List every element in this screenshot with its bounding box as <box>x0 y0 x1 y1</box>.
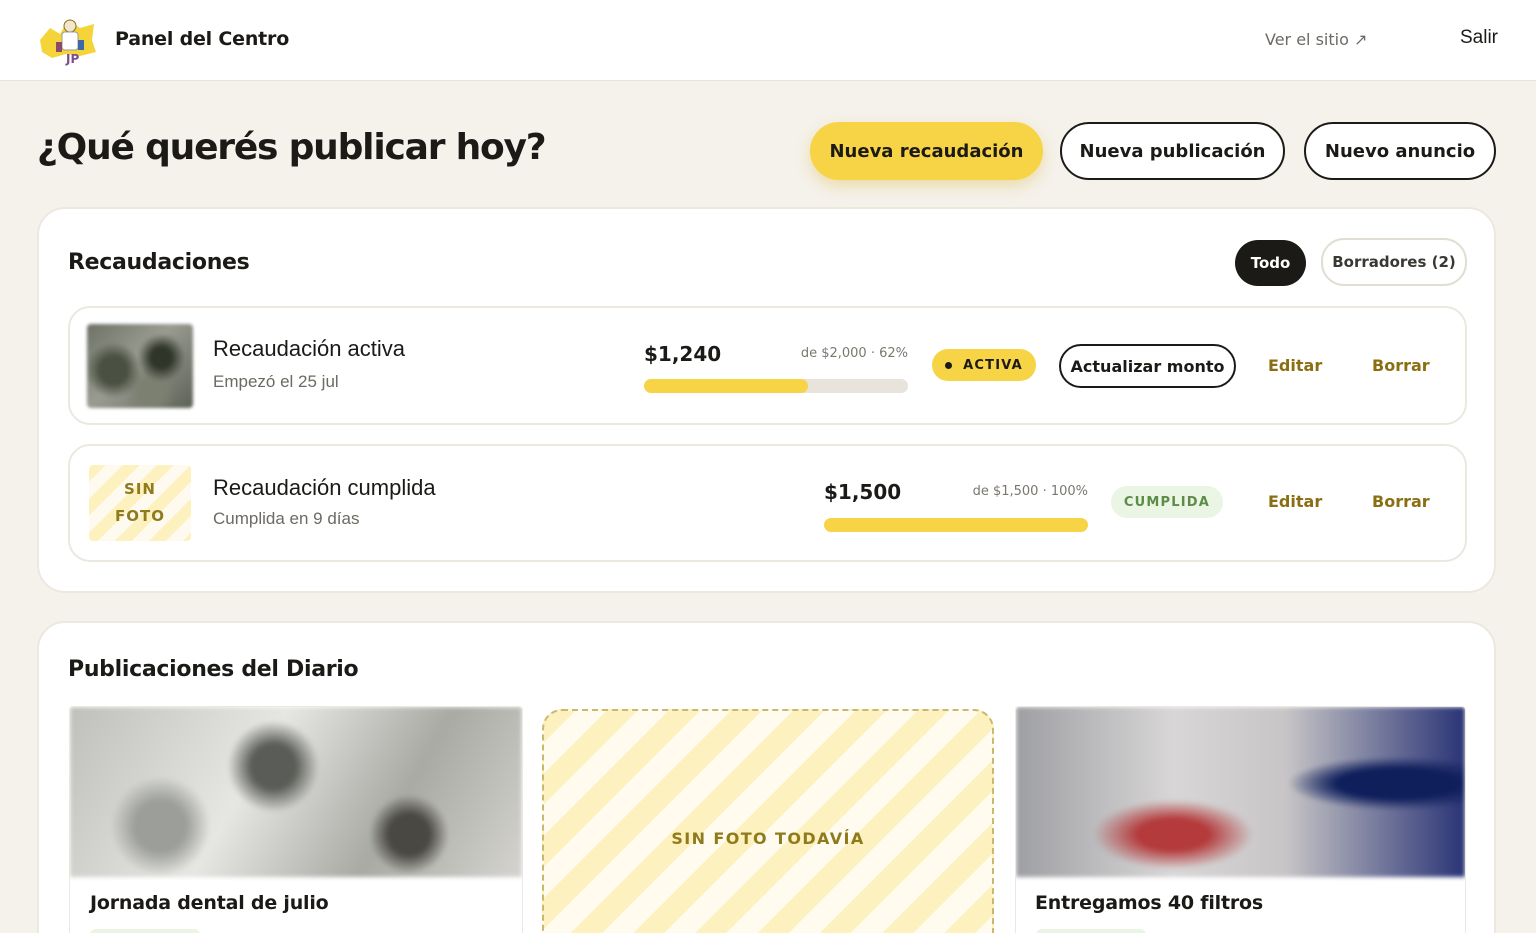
new-fundraiser-button[interactable]: Nueva recaudación <box>810 122 1043 180</box>
no-photo-line1: SIN <box>124 480 156 498</box>
post-title: Jornada dental de julio <box>90 892 329 914</box>
top-bar: JP Panel del Centro Ver el sitio ↗ Salir <box>0 0 1536 81</box>
fundraiser-title: Recaudación cumplida <box>213 475 436 500</box>
fundraisers-title: Recaudaciones <box>68 250 250 275</box>
logout-link[interactable]: Salir <box>1460 27 1498 49</box>
post-image <box>70 707 522 877</box>
progress-fill <box>644 379 808 393</box>
view-site-link[interactable]: Ver el sitio ↗ <box>1265 30 1367 49</box>
diary-post-card[interactable]: Entregamos 40 filtros <box>1015 706 1466 933</box>
post-tag <box>1036 929 1146 933</box>
fundraiser-title: Recaudación activa <box>213 336 406 361</box>
diary-post-no-photo[interactable]: SIN FOTO TODAVÍA <box>542 709 994 933</box>
new-post-button[interactable]: Nueva publicación <box>1060 122 1285 180</box>
svg-text:JP: JP <box>65 52 79 66</box>
diary-post-card[interactable]: Jornada dental de julio <box>69 706 523 933</box>
fundraiser-subtitle: Cumplida en 9 días <box>213 509 360 528</box>
fundraiser-row: Recaudación activa Empezó el 25 jul $1,2… <box>68 306 1467 425</box>
post-title: Entregamos 40 filtros <box>1035 892 1264 914</box>
fundraiser-goal: de $2,000 · 62% <box>800 346 908 361</box>
post-image <box>1016 707 1465 877</box>
diary-title: Publicaciones del Diario <box>68 657 359 682</box>
no-photo-line2: FOTO <box>115 507 165 525</box>
no-photo-thumbnail: SIN FOTO <box>89 465 191 541</box>
fundraisers-card: Recaudaciones Todo Borradores (2) Recaud… <box>37 207 1496 593</box>
edit-button[interactable]: Editar <box>1268 492 1322 511</box>
brand-name: Panel del Centro <box>115 28 290 50</box>
fundraiser-subtitle: Empezó el 25 jul <box>213 372 339 391</box>
page-title: ¿Qué querés publicar hoy? <box>37 127 547 168</box>
status-label: ACTIVA <box>963 357 1023 373</box>
filter-drafts-tab[interactable]: Borradores (2) <box>1321 238 1467 286</box>
fundraiser-amount: $1,500 <box>824 480 902 504</box>
delete-button[interactable]: Borrar <box>1372 356 1430 375</box>
diary-card: Publicaciones del Diario Jornada dental … <box>37 621 1496 933</box>
filter-all-tab[interactable]: Todo <box>1235 240 1306 286</box>
progress-fill <box>824 518 1088 532</box>
fundraiser-amount: $1,240 <box>644 342 722 366</box>
delete-button[interactable]: Borrar <box>1372 492 1430 511</box>
logo-icon: JP <box>40 19 96 66</box>
center-logo[interactable]: JP <box>36 14 98 66</box>
no-photo-label: SIN FOTO TODAVÍA <box>671 829 865 848</box>
update-amount-button[interactable]: Actualizar monto <box>1059 344 1236 388</box>
progress-bar <box>644 379 908 393</box>
post-tag <box>90 929 200 933</box>
status-badge: ACTIVA <box>932 349 1036 381</box>
fundraiser-thumbnail <box>87 324 193 408</box>
fundraiser-goal: de $1,500 · 100% <box>972 484 1088 499</box>
progress-bar <box>824 518 1088 532</box>
edit-button[interactable]: Editar <box>1268 356 1322 375</box>
status-dot-icon <box>945 361 953 369</box>
new-ad-button[interactable]: Nuevo anuncio <box>1304 122 1496 180</box>
fundraiser-row: SIN FOTO Recaudación cumplida Cumplida e… <box>68 444 1467 562</box>
status-badge: CUMPLIDA <box>1111 486 1223 518</box>
